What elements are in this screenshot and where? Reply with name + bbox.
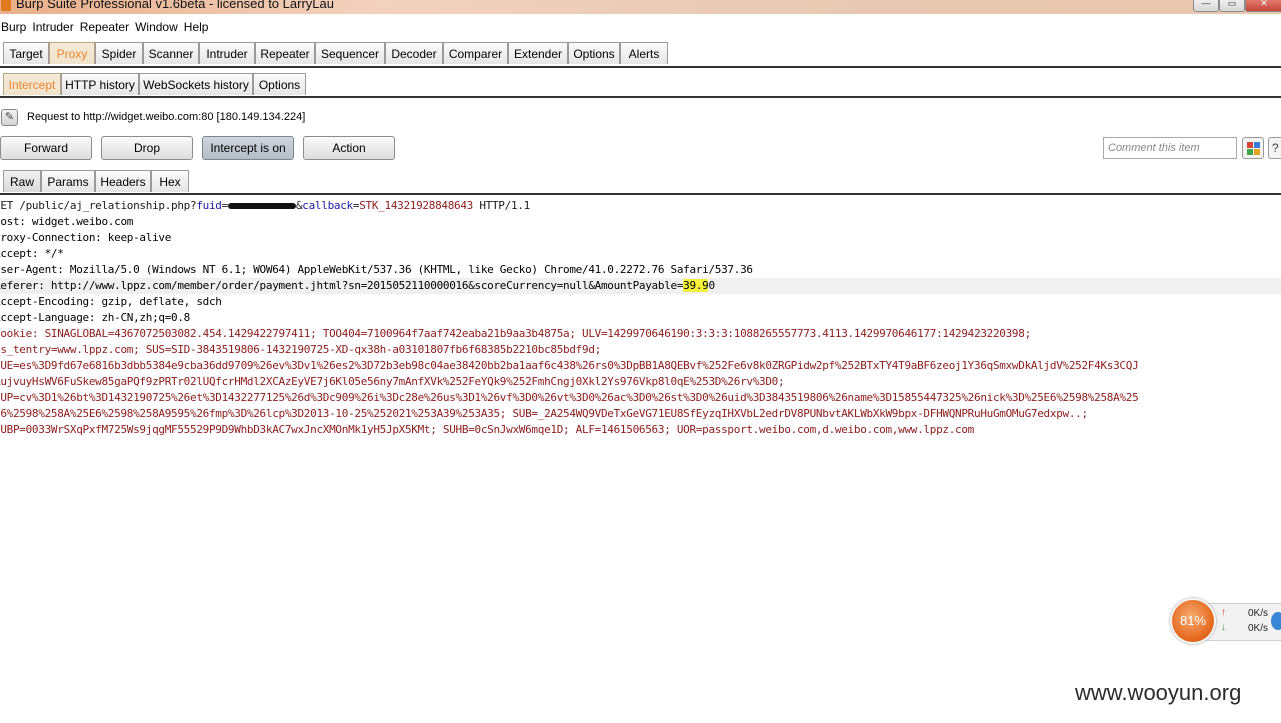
tab-decoder[interactable]: Decoder <box>385 42 443 64</box>
cookie-line: SUBP=0033WrSXqPxfM725Ws9jqgMF55529P9D9Wh… <box>0 423 974 436</box>
title-bar: Burp Suite Professional v1.6beta - licen… <box>0 0 1281 14</box>
close-button[interactable]: ✕ <box>1245 0 1281 12</box>
burp-app-icon <box>1 0 11 11</box>
tab-target[interactable]: Target <box>3 42 49 64</box>
tab-headers[interactable]: Headers <box>95 170 151 192</box>
tab-proxy-options[interactable]: Options <box>253 73 306 95</box>
tab-raw[interactable]: Raw <box>3 170 41 192</box>
menu-intruder[interactable]: Intruder <box>29 18 76 36</box>
action-button[interactable]: Action <box>303 136 395 160</box>
menu-burp[interactable]: Burp <box>0 18 29 36</box>
header-accept: Accept: */* <box>0 247 64 260</box>
request-target: Request to http://widget.weibo.com:80 [1… <box>27 111 306 123</box>
minimize-button[interactable]: — <box>1193 0 1219 12</box>
color-swatch-icon <box>1247 149 1253 155</box>
maximize-button[interactable]: ▭ <box>1219 0 1245 12</box>
request-info-row: ✎ Request to http://widget.weibo.com:80 … <box>0 108 1281 128</box>
tab-options[interactable]: Options <box>568 42 620 64</box>
highlight-color-button[interactable] <box>1242 137 1264 159</box>
header-user-agent: User-Agent: Mozilla/5.0 (Windows NT 6.1;… <box>0 263 753 276</box>
header-accept-encoding: Accept-Encoding: gzip, deflate, sdch <box>0 295 222 308</box>
forward-button[interactable]: Forward <box>0 136 92 160</box>
intercept-toggle-button[interactable]: Intercept is on <box>202 136 294 160</box>
tab-spider[interactable]: Spider <box>95 42 143 64</box>
header-referer: Referer: http://www.lppz.com/member/orde… <box>0 278 1281 294</box>
drop-button[interactable]: Drop <box>101 136 193 160</box>
tab-sequencer[interactable]: Sequencer <box>315 42 385 64</box>
upload-arrow-icon: ↑ <box>1221 607 1226 618</box>
color-swatch-icon <box>1254 149 1260 155</box>
tab-proxy[interactable]: Proxy <box>49 42 95 64</box>
tab-extender[interactable]: Extender <box>508 42 568 64</box>
cookie-line: E6%2598%258A%25E6%2598%258A9595%26fmp%3D… <box>0 407 1088 420</box>
cpu-usage-badge[interactable]: 81% <box>1170 598 1216 644</box>
cookie-line: RujvuyHsWV6FuSkew85gaPQf9zPRTr02lUQfcrHM… <box>0 375 785 388</box>
main-tab-bar: Target Proxy Spider Scanner Intruder Rep… <box>0 42 1281 68</box>
menu-window[interactable]: Window <box>132 18 181 36</box>
header-accept-language: Accept-Language: zh-CN,zh;q=0.8 <box>0 311 190 324</box>
proxy-tab-bar: Intercept HTTP history WebSockets histor… <box>0 73 1281 98</box>
network-monitor-widget[interactable]: 81% ↑ ↓ 0K/s 0K/s <box>1170 598 1281 646</box>
color-swatch-icon <box>1247 142 1253 148</box>
tab-intercept[interactable]: Intercept <box>3 73 61 95</box>
download-speed: 0K/s <box>1248 623 1269 634</box>
color-swatch-icon <box>1254 142 1260 148</box>
menu-repeater[interactable]: Repeater <box>77 18 132 36</box>
upload-speed: 0K/s <box>1248 608 1269 619</box>
header-proxy-connection: Proxy-Connection: keep-alive <box>0 231 172 244</box>
menu-bar: Burp Intruder Repeater Window Help <box>0 18 1281 38</box>
comment-input[interactable]: Comment this item <box>1103 137 1237 159</box>
watermark: www.wooyun.org <box>1075 680 1242 705</box>
cookie-line: SUP=cv%3D1%26bt%3D1432190725%26et%3D1432… <box>0 391 1139 404</box>
window-title: Burp Suite Professional v1.6beta - licen… <box>16 0 334 11</box>
tab-hex[interactable]: Hex <box>151 170 189 192</box>
tab-params[interactable]: Params <box>41 170 95 192</box>
cookie-line: SUE=es%3D9fd67e6816b3dbb5384e9cba36dd970… <box>0 359 1139 372</box>
header-host: Host: widget.weibo.com <box>0 215 134 228</box>
request-line: GET /public/aj_relationship.php?fuid= &ca… <box>0 199 530 212</box>
download-arrow-icon: ↓ <box>1221 622 1226 633</box>
help-button[interactable]: ? <box>1268 137 1281 159</box>
tab-comparer[interactable]: Comparer <box>443 42 508 64</box>
expand-widget-icon[interactable] <box>1271 612 1281 630</box>
tab-scanner[interactable]: Scanner <box>143 42 199 64</box>
tab-websockets-history[interactable]: WebSockets history <box>139 73 253 95</box>
tab-repeater[interactable]: Repeater <box>255 42 315 64</box>
redacted-value <box>227 203 296 209</box>
cookie-line: _s_tentry=www.lppz.com; SUS=SID-38435198… <box>0 343 601 356</box>
message-editor-tab-bar: Raw Params Headers Hex <box>0 170 1281 195</box>
raw-request-editor[interactable]: GET /public/aj_relationship.php?fuid= &ca… <box>0 198 1281 443</box>
header-cookie: Cookie: SINAGLOBAL=4367072503082.454.142… <box>0 327 1031 340</box>
selected-amount: 39.9 <box>683 279 709 292</box>
pencil-icon[interactable]: ✎ <box>1 109 18 126</box>
tab-http-history[interactable]: HTTP history <box>61 73 139 95</box>
tab-intruder[interactable]: Intruder <box>199 42 255 64</box>
tab-alerts[interactable]: Alerts <box>620 42 668 64</box>
menu-help[interactable]: Help <box>181 18 212 36</box>
